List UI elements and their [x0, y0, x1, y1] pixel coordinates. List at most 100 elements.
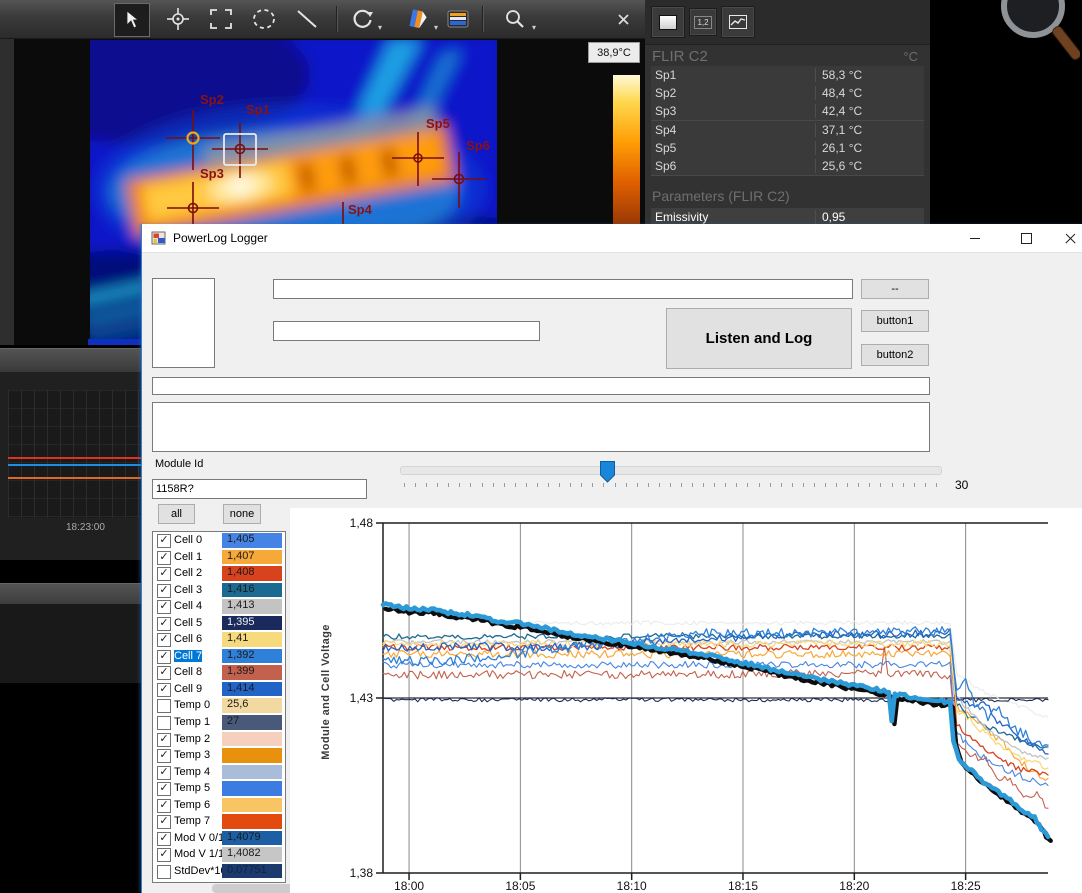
channel-row[interactable]: ✓Temp 2: [153, 731, 285, 748]
channel-row[interactable]: Temp 127: [153, 714, 285, 731]
palette-dropdown-caret[interactable]: ▾: [434, 23, 438, 32]
panel-header-bar[interactable]: [0, 348, 141, 374]
channel-checkbox[interactable]: [157, 699, 171, 713]
channel-row[interactable]: ✓Cell 81,399: [153, 664, 285, 681]
slider-tick: [670, 483, 671, 487]
zoom-dropdown-caret[interactable]: ▾: [532, 23, 536, 32]
channel-checkbox[interactable]: ✓: [157, 749, 171, 763]
channel-row[interactable]: ✓Temp 6: [153, 797, 285, 814]
channel-checkbox[interactable]: ✓: [157, 551, 171, 565]
ellipse-tool-button[interactable]: [247, 3, 281, 35]
channel-row[interactable]: ✓Cell 21,408: [153, 565, 285, 582]
channel-checkbox[interactable]: ✓: [157, 567, 171, 581]
channel-row[interactable]: ✓Temp 3: [153, 747, 285, 764]
tab-values-view[interactable]: 1,2: [689, 8, 717, 36]
slider-tick: [858, 483, 859, 487]
spot-name: Sp4: [651, 123, 815, 137]
channel-row[interactable]: ✓Cell 01,405: [153, 532, 285, 549]
channel-checkbox[interactable]: ✓: [157, 815, 171, 829]
flir-measurement-row[interactable]: Sp248,4 °C: [651, 84, 924, 103]
slider-thumb[interactable]: [600, 461, 615, 483]
palette-tool-button[interactable]: ▾: [396, 3, 438, 35]
button2[interactable]: button2: [861, 344, 929, 366]
channel-checkbox[interactable]: ✓: [157, 766, 171, 780]
channel-color-value: 1,4082: [222, 847, 282, 862]
channel-row[interactable]: ✓Cell 31,416: [153, 582, 285, 599]
spot-temperature: 37,1 °C: [815, 123, 924, 137]
rotate-dropdown-caret[interactable]: ▾: [378, 23, 382, 32]
mini-temperature-plot: [8, 390, 141, 518]
button1[interactable]: button1: [861, 310, 929, 332]
flir-close-button[interactable]: [608, 3, 638, 35]
slider-ticks: [400, 483, 940, 487]
channel-checklist[interactable]: ✓Cell 01,405✓Cell 11,407✓Cell 21,408✓Cel…: [152, 531, 286, 883]
flir-measurement-row[interactable]: Sp158,3 °C: [651, 66, 924, 85]
channel-checkbox[interactable]: ✓: [157, 584, 171, 598]
channel-checkbox[interactable]: ✓: [157, 633, 171, 647]
channel-checkbox[interactable]: ✓: [157, 782, 171, 796]
text-input-second[interactable]: [273, 321, 540, 341]
parameter-value: 0,95: [815, 210, 924, 224]
channel-row[interactable]: ✓Cell 51,395: [153, 615, 285, 632]
slider-tick: [914, 483, 915, 487]
channel-checkbox[interactable]: ✓: [157, 650, 171, 664]
channel-checkbox[interactable]: ✓: [157, 683, 171, 697]
rotate-tool-button[interactable]: ▾: [343, 3, 383, 35]
channel-row[interactable]: ✓Mod V 0/101,4079: [153, 830, 285, 847]
channel-checkbox[interactable]: ✓: [157, 799, 171, 813]
channel-checkbox[interactable]: ✓: [157, 617, 171, 631]
rectangle-tool-button[interactable]: [204, 3, 238, 35]
maximize-button[interactable]: [1004, 224, 1049, 252]
channel-row[interactable]: ✓Cell 71,392: [153, 648, 285, 665]
select-none-button[interactable]: none: [223, 504, 261, 524]
spot-label-sp1: Sp1: [246, 102, 270, 117]
palette-icon: [405, 7, 429, 31]
powerlog-title-bar[interactable]: PowerLog Logger: [142, 224, 1082, 253]
log-textarea[interactable]: [152, 402, 930, 452]
line-tool-button[interactable]: [290, 3, 324, 35]
channel-row[interactable]: ✓Cell 41,413: [153, 598, 285, 615]
listen-and-log-button[interactable]: Listen and Log: [666, 308, 852, 369]
select-all-button[interactable]: all: [158, 504, 195, 524]
channel-checkbox[interactable]: ✓: [157, 848, 171, 862]
minimize-button[interactable]: [952, 224, 997, 252]
tab-plot-view[interactable]: [721, 6, 755, 38]
channel-row[interactable]: ✓Temp 7: [153, 813, 285, 830]
dash-button[interactable]: --: [861, 279, 929, 299]
channel-row[interactable]: StdDev*100,07751: [153, 863, 285, 880]
channel-row[interactable]: ✓Cell 11,407: [153, 549, 285, 566]
spot-meter-icon: [167, 8, 189, 30]
channel-row[interactable]: ✓Cell 61,41: [153, 631, 285, 648]
channel-row[interactable]: ✓Temp 5: [153, 780, 285, 797]
svg-text:18:15: 18:15: [728, 879, 758, 893]
text-input-top[interactable]: [273, 279, 853, 299]
cursor-tool-button[interactable]: [114, 3, 150, 37]
status-line-input[interactable]: [152, 377, 930, 395]
channel-checkbox[interactable]: ✓: [157, 534, 171, 548]
channel-checkbox[interactable]: ✓: [157, 666, 171, 680]
channel-checkbox[interactable]: ✓: [157, 733, 171, 747]
flir-measurement-row[interactable]: Sp342,4 °C: [651, 102, 924, 121]
slider-track[interactable]: [400, 466, 942, 475]
zoom-tool-button[interactable]: ▾: [494, 3, 536, 35]
channel-row[interactable]: ✓Mod V 1/101,4082: [153, 846, 285, 863]
channel-checkbox[interactable]: [157, 865, 171, 879]
channel-color-value: 27: [222, 715, 282, 730]
channel-checkbox[interactable]: ✓: [157, 600, 171, 614]
colorbar-tool-button[interactable]: [442, 3, 474, 35]
channel-checkbox[interactable]: [157, 716, 171, 730]
close-button[interactable]: [1048, 224, 1082, 252]
channel-row[interactable]: ✓Cell 91,414: [153, 681, 285, 698]
module-id-input[interactable]: [152, 479, 367, 499]
flir-measurement-row[interactable]: Sp625,6 °C: [651, 157, 924, 176]
svg-text:1,43: 1,43: [350, 691, 374, 705]
channel-row[interactable]: ✓Temp 4: [153, 764, 285, 781]
spot-tool-button[interactable]: [161, 3, 195, 35]
tab-image-view[interactable]: [651, 6, 685, 38]
flir-measurement-row[interactable]: Sp526,1 °C: [651, 139, 924, 158]
channel-row[interactable]: Temp 025,6: [153, 697, 285, 714]
listbox[interactable]: [152, 278, 215, 368]
slider-tick: [559, 483, 560, 487]
channel-checkbox[interactable]: ✓: [157, 832, 171, 846]
flir-measurement-row[interactable]: Sp437,1 °C: [651, 121, 924, 140]
